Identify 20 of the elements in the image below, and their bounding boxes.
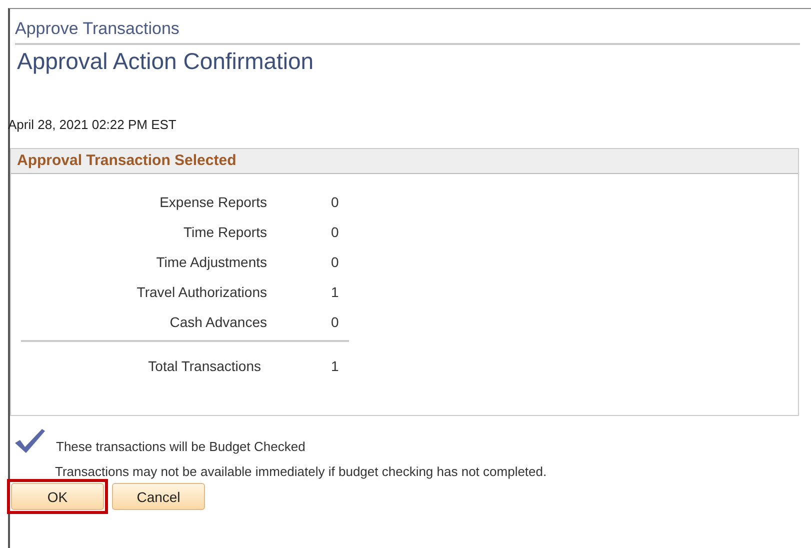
row-value: 0 — [330, 314, 337, 330]
row-label: Time Adjustments — [155, 254, 267, 270]
page-heading: Approval Action Confirmation — [17, 48, 315, 75]
row-value: 0 — [330, 254, 337, 270]
row-label: Travel Authorizations — [136, 284, 267, 300]
budget-note: Transactions may not be available immediately if budget checking has not completed. — [55, 464, 548, 479]
page-title: Approve Transactions — [15, 19, 800, 45]
checkmark-icon — [14, 428, 46, 454]
total-value: 1 — [330, 358, 337, 374]
ok-button[interactable]: OK — [11, 483, 104, 510]
row-label: Expense Reports — [158, 194, 267, 210]
row-label: Time Reports — [182, 224, 267, 240]
row-value: 0 — [330, 224, 337, 240]
row-value: 1 — [330, 284, 337, 300]
total-label: Total Transactions — [147, 358, 262, 374]
panel-title: Approval Transaction Selected — [11, 149, 798, 174]
budget-check-message: These transactions will be Budget Checked — [56, 439, 306, 454]
row-label: Cash Advances — [168, 314, 267, 330]
row-value: 0 — [330, 194, 337, 210]
cancel-button[interactable]: Cancel — [112, 483, 205, 510]
